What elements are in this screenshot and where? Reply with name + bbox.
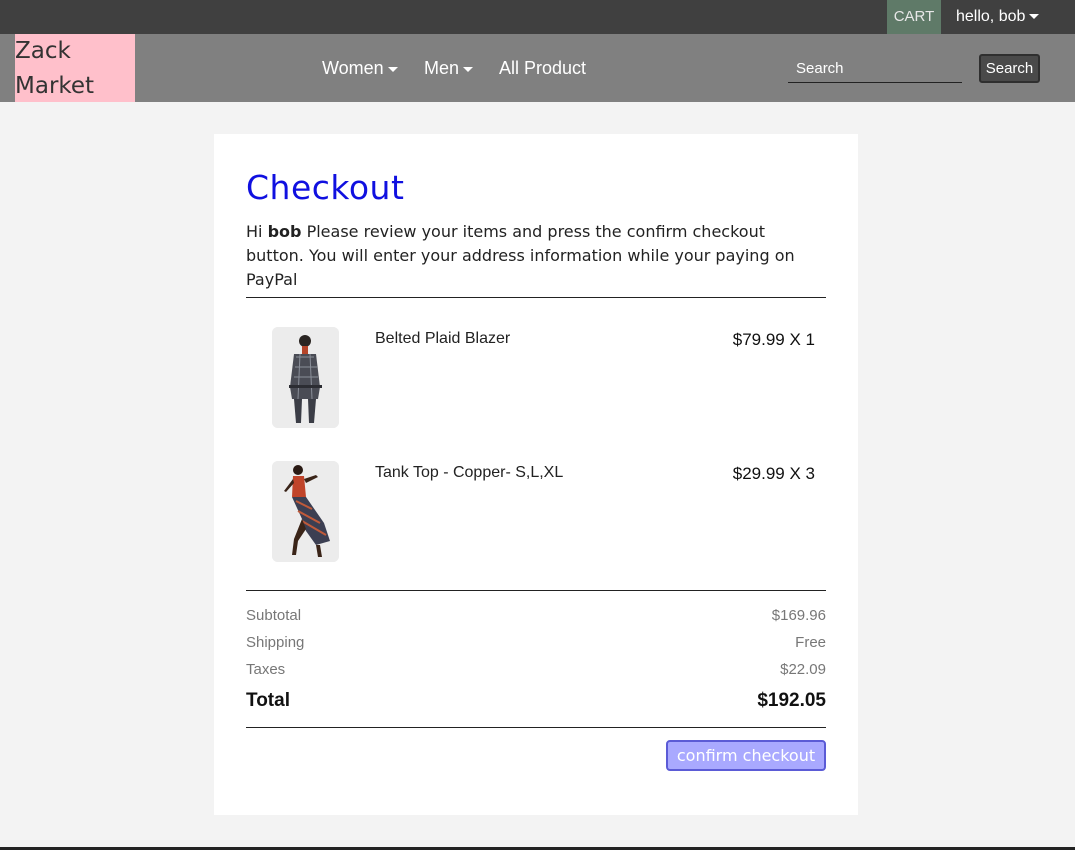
item-name: Belted Plaid Blazer bbox=[375, 330, 511, 347]
shipping-row: Shipping Free bbox=[246, 634, 826, 656]
subtotal-row: Subtotal $169.96 bbox=[246, 607, 826, 629]
nav-women-dropdown[interactable]: Women bbox=[322, 34, 398, 102]
confirm-checkout-button[interactable]: confirm checkout bbox=[666, 740, 826, 771]
logo-line-2: Market bbox=[15, 73, 95, 99]
main-navbar: Zack Market Women Men All Product Search bbox=[0, 34, 1075, 102]
top-bar: CART hello, bob bbox=[0, 0, 1075, 34]
search-button[interactable]: Search bbox=[979, 54, 1040, 83]
nav-men-label: Men bbox=[424, 58, 460, 78]
total-value: $192.05 bbox=[757, 690, 826, 711]
user-greeting: hello, bob bbox=[956, 8, 1026, 25]
divider bbox=[246, 727, 826, 728]
list-item: Belted Plaid Blazer $79.99 X 1 bbox=[246, 327, 826, 428]
item-price: $29.99 X 3 bbox=[732, 464, 815, 483]
total-row: Total $192.05 bbox=[246, 690, 826, 712]
list-item: Tank Top - Copper- S,L,XL $29.99 X 3 bbox=[246, 461, 826, 562]
intro-username: bob bbox=[267, 222, 302, 241]
taxes-value: $22.09 bbox=[780, 661, 826, 678]
chevron-down-icon bbox=[1029, 14, 1040, 20]
checkout-intro: Hi bob Please review your items and pres… bbox=[246, 220, 826, 292]
subtotal-value: $169.96 bbox=[771, 607, 826, 624]
divider bbox=[246, 297, 826, 298]
intro-text: Please review your items and press the c… bbox=[246, 222, 795, 289]
nav-men-dropdown[interactable]: Men bbox=[424, 34, 474, 102]
intro-greeting: Hi bbox=[246, 222, 263, 241]
taxes-label: Taxes bbox=[246, 661, 286, 678]
item-name: Tank Top - Copper- S,L,XL bbox=[375, 464, 564, 481]
logo-line-1: Zack bbox=[15, 38, 71, 64]
user-menu-toggle[interactable]: hello, bob bbox=[956, 0, 1040, 34]
subtotal-label: Subtotal bbox=[246, 607, 302, 624]
product-image-tank-top[interactable] bbox=[272, 461, 339, 562]
total-label: Total bbox=[246, 690, 290, 711]
nav-all-product[interactable]: All Product bbox=[499, 34, 586, 102]
product-image-blazer[interactable] bbox=[272, 327, 339, 428]
page-title: Checkout bbox=[246, 168, 405, 207]
divider bbox=[246, 590, 826, 591]
cart-link[interactable]: CART bbox=[887, 0, 941, 34]
site-logo[interactable]: Zack Market bbox=[15, 34, 135, 102]
chevron-down-icon bbox=[387, 66, 398, 72]
checkout-card: Checkout Hi bob Please review your items… bbox=[214, 134, 858, 815]
nav-women-label: Women bbox=[322, 58, 384, 78]
search-input[interactable] bbox=[788, 55, 962, 83]
taxes-row: Taxes $22.09 bbox=[246, 661, 826, 683]
shipping-value: Free bbox=[795, 634, 826, 651]
shipping-label: Shipping bbox=[246, 634, 305, 651]
nav-all-product-label: All Product bbox=[499, 58, 587, 78]
item-price: $79.99 X 1 bbox=[732, 330, 815, 349]
chevron-down-icon bbox=[463, 66, 474, 72]
